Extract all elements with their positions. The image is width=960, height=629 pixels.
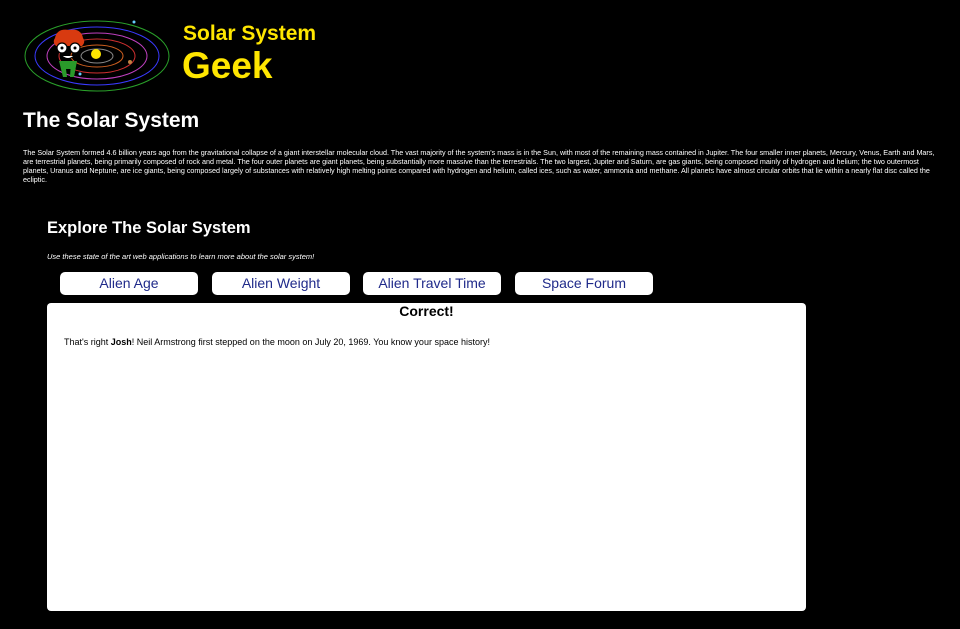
- explore-heading: Explore The Solar System: [47, 219, 251, 237]
- tab-alien-age[interactable]: Alien Age: [60, 272, 198, 295]
- result-panel: Correct! That's right Josh! Neil Armstro…: [47, 303, 806, 611]
- result-message: That's right Josh! Neil Armstrong first …: [64, 336, 490, 348]
- solar-system-icon: [24, 20, 170, 92]
- user-name: Josh: [110, 337, 132, 347]
- tab-alien-travel-time[interactable]: Alien Travel Time: [363, 272, 501, 295]
- result-message-prefix: That's right: [64, 337, 111, 347]
- result-message-suffix: ! Neil Armstrong first stepped on the mo…: [131, 337, 490, 347]
- page-title: The Solar System: [23, 109, 200, 132]
- page: Solar System Geek The Solar System The S…: [0, 0, 960, 629]
- tab-alien-weight[interactable]: Alien Weight: [212, 272, 350, 295]
- result-title: Correct!: [399, 303, 454, 319]
- intro-paragraph: The Solar System formed 4.6 billion year…: [23, 148, 935, 184]
- tab-space-forum[interactable]: Space Forum: [515, 272, 653, 295]
- explore-subtitle: Use these state of the art web applicati…: [47, 252, 315, 261]
- brand-name-line1: Solar System: [183, 22, 317, 45]
- solar-system-logo[interactable]: [22, 16, 172, 96]
- brand-name-line2: Geek: [182, 45, 273, 86]
